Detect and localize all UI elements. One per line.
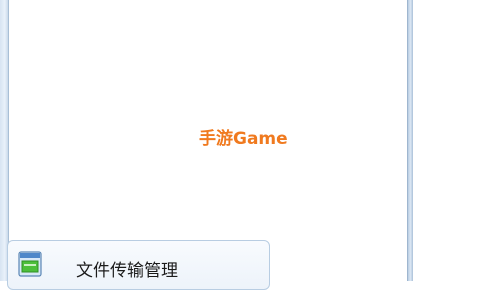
- menu-item-label: 文件传输管理: [76, 261, 178, 281]
- left-window-border: [0, 0, 9, 281]
- watermark-text: 手游Game: [199, 129, 288, 149]
- file-transfer-window-icon: [18, 251, 42, 277]
- right-panel: [413, 0, 500, 281]
- menu-item-file-transfer[interactable]: 文件传输管理: [7, 240, 270, 290]
